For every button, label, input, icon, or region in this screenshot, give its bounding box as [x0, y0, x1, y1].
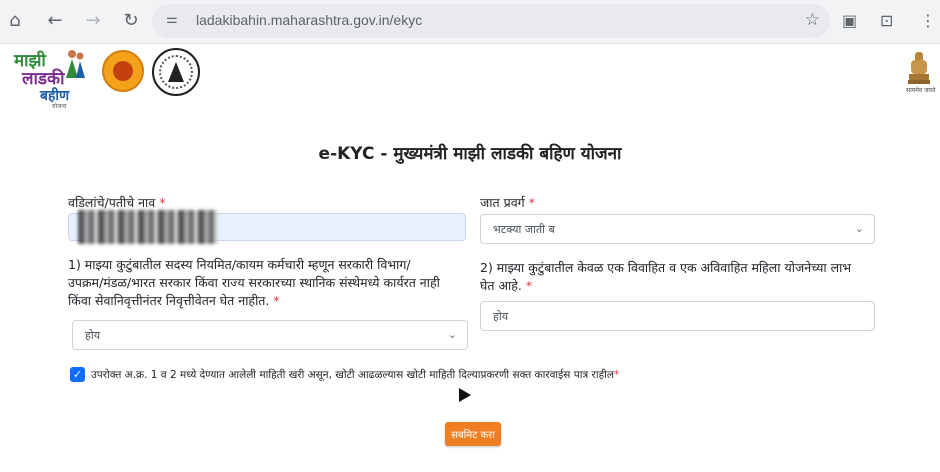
declaration-text: उपरोक्त अ.क्र. 1 व 2 मध्ये देण्यात आलेली… — [91, 369, 620, 381]
menu-icon[interactable]: ⋮ — [920, 11, 936, 30]
forward-icon[interactable]: → — [82, 10, 104, 32]
question1-select[interactable]: होय ⌄ — [72, 320, 468, 350]
caste-category-label: जात प्रवर्ग * — [480, 195, 535, 210]
back-icon[interactable]: ← — [44, 10, 66, 32]
chevron-down-icon: ⌄ — [447, 328, 457, 341]
translate-icon[interactable]: ▣ — [842, 11, 857, 30]
reload-icon[interactable]: ↻ — [120, 10, 142, 32]
ashoka-emblem-icon: सत्यमेव जयते — [906, 50, 935, 96]
women-child-dept-logo-icon — [152, 48, 200, 96]
browser-toolbar: ⌂ ← → ↻ ⚌ ladakibahin.maharashtra.gov.in… — [0, 0, 940, 44]
chevron-down-icon: ⌄ — [854, 222, 864, 235]
declaration-checkbox[interactable]: ✓ — [70, 367, 85, 382]
bookmark-star-icon[interactable]: ☆ — [805, 10, 820, 30]
page-title: e-KYC - मुख्यमंत्री माझी लाडकी बहिण योजन… — [318, 144, 622, 164]
home-icon[interactable]: ⌂ — [4, 10, 26, 32]
site-info-icon[interactable]: ⚌ — [166, 12, 178, 27]
redacted-name — [78, 210, 218, 244]
women-figure-icon — [66, 50, 85, 78]
url-text: ladakibahin.maharashtra.gov.in/ekyc — [196, 12, 423, 28]
ladki-bahin-logo: माझी लाडकी बहीण योजना — [12, 44, 88, 110]
question1-label: 1) माझ्या कुटुंबातील सदस्य नियमित/कायम क… — [68, 257, 440, 308]
maharashtra-seal-icon — [102, 50, 144, 92]
caste-category-select[interactable]: भटक्या जाती ब ⌄ — [480, 214, 875, 244]
address-bar[interactable]: ⚌ ladakibahin.maharashtra.gov.in/ekyc ☆ — [152, 4, 830, 38]
mouse-cursor-icon — [459, 388, 471, 402]
question2-input[interactable]: होय — [480, 301, 875, 331]
submit-button[interactable]: सबमिट करा — [445, 422, 501, 446]
question2-label: 2) माझ्या कुटुंबातील केवळ एक विवाहित व ए… — [480, 260, 852, 293]
share-icon[interactable]: ⊡ — [880, 11, 893, 30]
